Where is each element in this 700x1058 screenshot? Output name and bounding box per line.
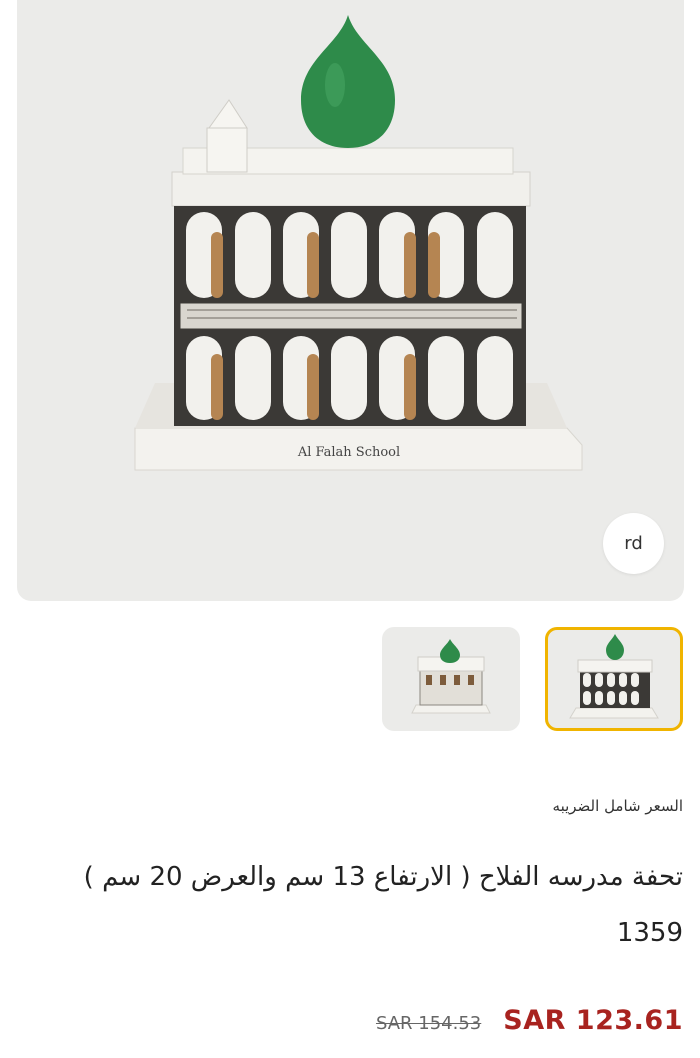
product-title: تحفة مدرسه الفلاح ( الارتفاع 13 سم والعر… (83, 862, 683, 949)
seller-badge[interactable]: rd (603, 513, 664, 574)
building-model-illustration: Al Falah School (134, 15, 583, 471)
current-price: SAR 123.61 (503, 1005, 683, 1036)
product-main-image[interactable]: Al Falah School rd (17, 0, 684, 601)
gallery-thumbnail[interactable] (382, 627, 520, 731)
thumbnail-image (411, 639, 491, 714)
price-row: SAR 154.53 SAR 123.61 (376, 1005, 683, 1036)
model-caption: Al Falah School (297, 445, 400, 460)
old-price: SAR 154.53 (375, 1013, 482, 1034)
gallery-thumbnail-selected[interactable] (545, 627, 683, 731)
tax-note: السعر شامل الضريبه (552, 797, 683, 815)
thumbnail-image (569, 634, 659, 719)
